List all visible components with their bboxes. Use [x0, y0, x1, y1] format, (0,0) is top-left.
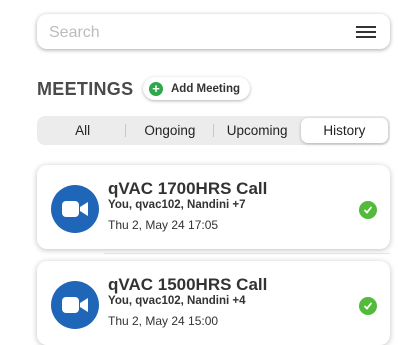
video-avatar	[51, 185, 99, 233]
add-meeting-label: Add Meeting	[171, 82, 240, 95]
video-avatar	[51, 281, 99, 329]
completed-check-icon	[359, 201, 377, 219]
video-camera-icon	[62, 201, 88, 217]
meeting-time: Thu 2, May 24 17:05	[108, 218, 219, 232]
tab-upcoming[interactable]: Upcoming	[214, 118, 301, 143]
meeting-participants: You, qvac102, Nandini +7	[108, 199, 246, 211]
meeting-card[interactable]: qVAC 1500HRS Call You, qvac102, Nandini …	[37, 261, 390, 345]
section-title: MEETINGS	[37, 79, 134, 99]
tab-all[interactable]: All	[39, 118, 127, 143]
meeting-time: Thu 2, May 24 15:00	[108, 314, 219, 328]
tab-ongoing[interactable]: Ongoing	[126, 118, 214, 143]
meeting-card[interactable]: qVAC 1700HRS Call You, qvac102, Nandini …	[37, 165, 390, 249]
plus-icon: +	[149, 81, 163, 96]
search-bar	[37, 14, 390, 51]
meeting-title: qVAC 1700HRS Call	[108, 179, 268, 198]
video-camera-icon	[62, 297, 88, 313]
tab-history[interactable]: History	[300, 118, 388, 143]
meeting-title: qVAC 1500HRS Call	[108, 275, 268, 294]
meeting-tabs: All Ongoing Upcoming History	[37, 116, 390, 145]
completed-check-icon	[359, 297, 377, 315]
search-input[interactable]	[47, 14, 341, 51]
divider	[104, 253, 390, 254]
meeting-participants: You, qvac102, Nandini +4	[108, 295, 246, 307]
add-meeting-button[interactable]: + Add Meeting	[143, 77, 250, 100]
menu-icon[interactable]	[356, 26, 376, 38]
